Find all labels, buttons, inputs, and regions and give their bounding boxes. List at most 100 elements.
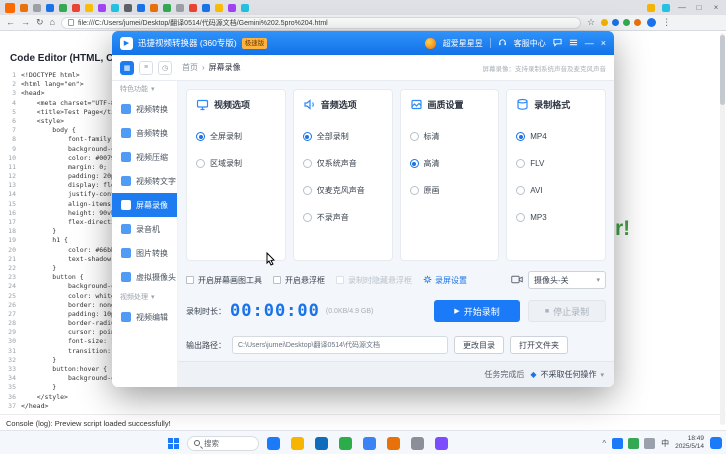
radio-icon[interactable]: [302, 159, 312, 168]
browser-tab-favicon[interactable]: [241, 3, 249, 12]
list-tool-icon[interactable]: ≡: [139, 60, 153, 75]
address-bar[interactable]: file:///C:/Users/jumei/Desktop/翻译0514/代码…: [60, 16, 581, 29]
window-maximize-button[interactable]: □: [694, 0, 704, 15]
browser-tab-favicon[interactable]: [176, 3, 184, 12]
radio-selected-icon[interactable]: [409, 159, 419, 168]
back-icon[interactable]: ←: [6, 18, 15, 27]
sidebar-item-video-compress[interactable]: 视频压缩: [112, 145, 177, 169]
sidebar-item-audio-convert[interactable]: 音频转换: [112, 121, 177, 145]
radio-option[interactable]: 高清: [409, 150, 490, 177]
radio-selected-icon[interactable]: [196, 132, 205, 141]
checkbox-float-box[interactable]: 开启悬浮框: [273, 275, 325, 286]
reload-icon[interactable]: ↻: [36, 18, 44, 27]
extension-icon[interactable]: [623, 19, 631, 26]
home-icon[interactable]: ⌂: [50, 18, 55, 27]
app-minimize-button[interactable]: —: [585, 31, 594, 55]
convert-tool-icon[interactable]: ▦: [120, 60, 134, 75]
browser-logo-icon[interactable]: [5, 2, 15, 13]
browser-tab-favicon[interactable]: [98, 3, 106, 12]
task-finish-dropdown[interactable]: ◆ 不采取任何操作 ▾: [530, 369, 604, 380]
support-center-link[interactable]: 客服中心: [514, 38, 546, 49]
extension-icon[interactable]: [634, 19, 642, 26]
browser-tab-favicon[interactable]: [163, 3, 171, 12]
chat-icon[interactable]: [553, 38, 562, 49]
browser-tab-favicon[interactable]: [228, 3, 236, 12]
record-settings-link[interactable]: 录屏设置: [423, 275, 467, 286]
browser-tab-favicon[interactable]: [33, 3, 41, 12]
extension-icon[interactable]: [601, 19, 609, 26]
menu-icon[interactable]: [569, 38, 578, 49]
sidebar-item-video-to-text[interactable]: 视频转文字: [112, 169, 177, 193]
radio-option[interactable]: 标清: [409, 123, 490, 150]
radio-icon[interactable]: [516, 213, 526, 222]
stop-record-button[interactable]: ■ 停止录制: [528, 300, 606, 322]
output-path-input[interactable]: [232, 336, 448, 354]
radio-icon[interactable]: [409, 132, 419, 141]
history-tool-icon[interactable]: ◷: [158, 60, 172, 75]
docs-icon[interactable]: [435, 436, 448, 450]
breadcrumb-home[interactable]: 首页: [182, 62, 198, 73]
user-avatar[interactable]: [424, 37, 436, 49]
sidebar-item-image-convert[interactable]: 图片转换: [112, 241, 177, 265]
username[interactable]: 超爱星星昱: [443, 38, 483, 49]
camera-dropdown[interactable]: 摄像头-关 ▾: [528, 271, 606, 289]
wechat-icon[interactable]: [339, 436, 352, 450]
url-text[interactable]: file:///C:/Users/jumei/Desktop/翻译0514/代码…: [78, 18, 328, 28]
sidebar-item-video-convert[interactable]: 视频转换: [112, 97, 177, 121]
scrollbar-thumb[interactable]: [720, 35, 725, 105]
window-close-button[interactable]: ×: [711, 0, 721, 15]
mail-icon[interactable]: [363, 436, 376, 450]
browser-tab-favicon[interactable]: [20, 3, 28, 12]
sidebar-section-features[interactable]: 特色功能 ▾: [112, 81, 177, 97]
window-minimize-button[interactable]: —: [677, 0, 687, 15]
browser-tab-favicon[interactable]: [59, 3, 67, 12]
tray-clock[interactable]: 18:49 2025/5/14: [675, 435, 704, 451]
radio-option[interactable]: 不录声音: [302, 204, 383, 231]
app-close-button[interactable]: ×: [601, 31, 606, 55]
page-scrollbar[interactable]: [720, 33, 725, 425]
toolbar-extension-icon[interactable]: [662, 3, 670, 12]
radio-selected-icon[interactable]: [516, 132, 526, 141]
security-icon[interactable]: [628, 437, 640, 449]
radio-icon[interactable]: [302, 186, 312, 195]
browser-tab-favicon[interactable]: [85, 3, 93, 12]
radio-option[interactable]: 仅麦克风声音: [302, 177, 383, 204]
store-icon[interactable]: [315, 436, 328, 450]
sidebar-item-virtual-camera[interactable]: 虚拟摄像头: [112, 265, 177, 289]
radio-option[interactable]: MP4: [516, 123, 596, 150]
folder-icon[interactable]: [291, 436, 304, 450]
radio-selected-icon[interactable]: [302, 132, 312, 141]
taskbar-search[interactable]: 搜索: [187, 435, 259, 451]
browser-tab-favicon[interactable]: [124, 3, 132, 12]
browser-tab-favicon[interactable]: [215, 3, 223, 12]
toolbar-extension-icon[interactable]: [647, 3, 655, 12]
browser-tab-favicon[interactable]: [72, 3, 80, 12]
radio-option[interactable]: 全部录制: [302, 123, 383, 150]
notification-badge[interactable]: [710, 437, 722, 449]
browser-tab-favicon[interactable]: [111, 3, 119, 12]
sidebar-item-video-edit[interactable]: 视频编辑: [112, 305, 177, 329]
forward-icon[interactable]: →: [21, 18, 30, 27]
sidebar-section-video[interactable]: 视频处理 ▾: [112, 289, 177, 305]
radio-option[interactable]: 原画: [409, 177, 490, 204]
sidebar-item-screen-record[interactable]: 屏幕录像: [112, 193, 177, 217]
browser-tab-favicon[interactable]: [202, 3, 210, 12]
checkbox-icon[interactable]: [186, 276, 194, 284]
volume-icon[interactable]: [644, 437, 656, 449]
ime-indicator[interactable]: 中: [661, 438, 669, 449]
radio-option[interactable]: 仅系统声音: [302, 150, 383, 177]
browser-menu-icon[interactable]: ⋮: [662, 18, 671, 27]
browser-tab-favicon[interactable]: [137, 3, 145, 12]
browser-profile-avatar[interactable]: [647, 18, 657, 27]
browser-tab-favicon[interactable]: [150, 3, 158, 12]
radio-icon[interactable]: [409, 186, 419, 195]
checkbox-icon[interactable]: [273, 276, 281, 284]
radio-option[interactable]: FLV: [516, 150, 596, 177]
radio-option[interactable]: AVI: [516, 177, 596, 204]
browser-icon[interactable]: [267, 436, 280, 450]
bookmark-star-icon[interactable]: ☆: [587, 18, 595, 27]
start-record-button[interactable]: ▶ 开始录制: [434, 300, 520, 322]
change-directory-button[interactable]: 更改目录: [454, 336, 504, 354]
wechat-work-icon[interactable]: [612, 437, 624, 449]
radio-option[interactable]: 区域录制: [196, 150, 276, 177]
